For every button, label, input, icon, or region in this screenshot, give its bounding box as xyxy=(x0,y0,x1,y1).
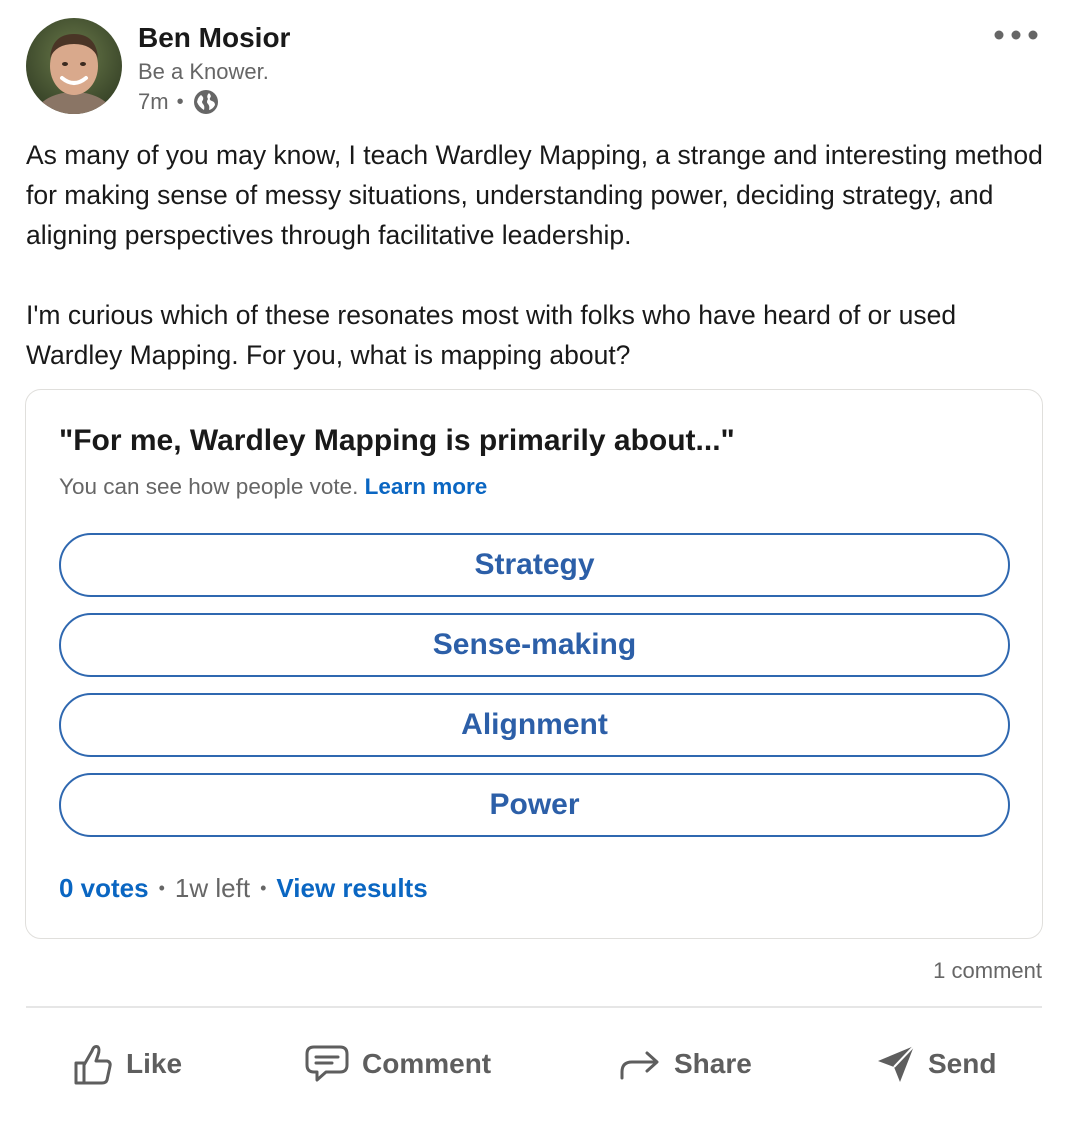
comment-count[interactable]: 1 comment xyxy=(933,958,1042,984)
post-text: As many of you may know, I teach Wardley… xyxy=(26,135,1046,375)
votes-count-link[interactable]: 0 votes xyxy=(59,873,149,904)
feed-post: Ben Mosior Be a Knower. 7m • As many of … xyxy=(0,0,1070,1128)
send-label: Send xyxy=(928,1048,997,1079)
poll-note-text: You can see how people vote. xyxy=(59,474,359,499)
poll-option-power[interactable]: Power xyxy=(59,773,1010,837)
more-options-button[interactable] xyxy=(990,22,1042,48)
globe-icon xyxy=(192,88,220,116)
share-arrow-icon xyxy=(620,1051,659,1080)
comment-label: Comment xyxy=(362,1048,492,1079)
poll-card: "For me, Wardley Mapping is primarily ab… xyxy=(25,389,1043,939)
like-label: Like xyxy=(126,1048,183,1079)
view-results-link[interactable]: View results xyxy=(276,873,427,904)
learn-more-link[interactable]: Learn more xyxy=(365,474,488,499)
ellipsis-icon xyxy=(994,30,1038,40)
footer-separator: • xyxy=(260,878,267,898)
post-meta: 7m • xyxy=(138,88,220,116)
send-icon xyxy=(878,1045,915,1082)
poll-option-strategy[interactable]: Strategy xyxy=(59,533,1010,597)
poll-option-sense-making[interactable]: Sense-making xyxy=(59,613,1010,677)
post-paragraph: As many of you may know, I teach Wardley… xyxy=(26,140,1043,250)
comment-button[interactable]: Comment xyxy=(304,1038,491,1090)
author-name[interactable]: Ben Mosior xyxy=(138,22,290,54)
post-time: 7m xyxy=(138,89,169,114)
author-headline: Be a Knower. xyxy=(138,59,269,84)
poll-note: You can see how people vote. Learn more xyxy=(59,474,487,500)
share-label: Share xyxy=(674,1048,752,1079)
poll-time-left: 1w left xyxy=(174,873,251,903)
like-button[interactable]: Like xyxy=(72,1038,182,1090)
comment-icon xyxy=(305,1045,349,1082)
poll-footer: 0 votes • 1w left • View results xyxy=(59,873,428,904)
poll-option-alignment[interactable]: Alignment xyxy=(59,693,1010,757)
post-paragraph: I'm curious which of these resonates mos… xyxy=(26,300,957,370)
share-button[interactable]: Share xyxy=(618,1038,752,1090)
avatar[interactable] xyxy=(26,18,122,114)
thumbs-up-icon xyxy=(74,1045,112,1085)
footer-separator: • xyxy=(158,878,165,898)
send-button[interactable]: Send xyxy=(876,1038,996,1090)
poll-question: "For me, Wardley Mapping is primarily ab… xyxy=(59,424,735,457)
meta-separator: • xyxy=(176,90,184,113)
divider xyxy=(26,1006,1042,1008)
